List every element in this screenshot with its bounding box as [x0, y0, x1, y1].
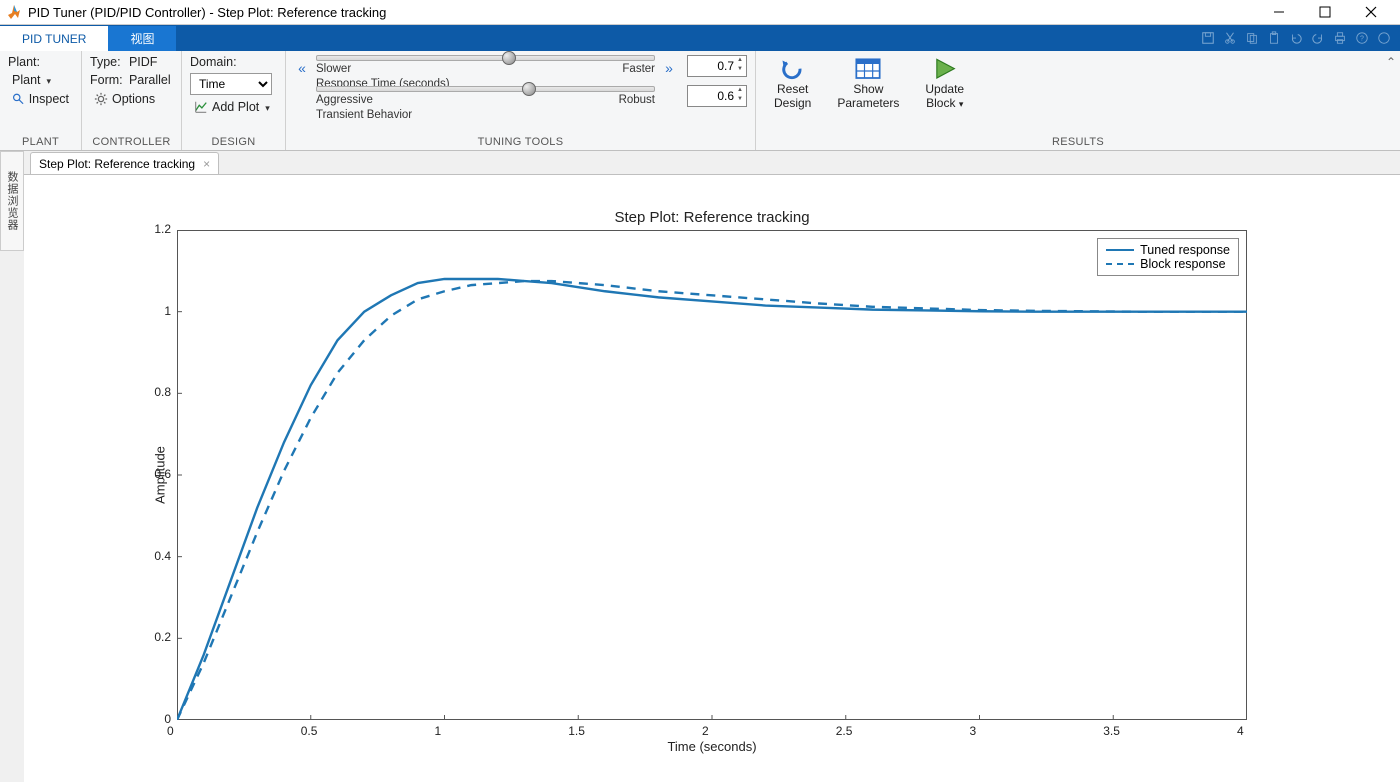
controller-group-label: CONTROLLER — [90, 134, 173, 148]
ribbon-tabstrip: PID TUNER 视图 ? — [0, 25, 1400, 51]
print-icon[interactable] — [1330, 28, 1350, 48]
help-icon[interactable]: ? — [1352, 28, 1372, 48]
type-value: PIDF — [129, 55, 173, 69]
legend-tuned: Tuned response — [1140, 243, 1230, 257]
doc-tab-step-plot[interactable]: Step Plot: Reference tracking × — [30, 152, 219, 174]
plant-group-label: PLANT — [8, 134, 73, 148]
plant-label: Plant: — [8, 55, 73, 69]
inspect-button[interactable]: Inspect — [8, 91, 73, 107]
close-button[interactable] — [1348, 0, 1394, 25]
more-icon[interactable] — [1374, 28, 1394, 48]
ribbon-group-design: Domain: Time Add Plot DESIGN — [182, 51, 286, 150]
slower-arrow-icon[interactable]: « — [294, 61, 310, 75]
update-block-button[interactable]: UpdateBlock ▾ — [915, 55, 974, 113]
collapse-ribbon-icon[interactable]: ⌃ — [1386, 55, 1396, 69]
redo-icon[interactable] — [1308, 28, 1328, 48]
ribbon-group-results: ResetDesign ShowParameters UpdateBlock ▾… — [756, 51, 1400, 150]
domain-select[interactable]: Time — [190, 73, 272, 95]
undo-icon[interactable] — [1286, 28, 1306, 48]
table-icon — [854, 57, 882, 81]
gear-icon — [94, 92, 108, 106]
form-value: Parallel — [129, 73, 173, 87]
magnifier-icon — [12, 92, 25, 106]
maximize-button[interactable] — [1302, 0, 1348, 25]
close-doc-tab-icon[interactable]: × — [203, 157, 210, 171]
results-group-label: RESULTS — [764, 134, 1392, 148]
legend-block: Block response — [1140, 257, 1225, 271]
ribbon-group-controller: Type: PIDF Form: Parallel Options CONTRO… — [82, 51, 182, 150]
form-label: Form: — [90, 73, 125, 87]
cut-icon[interactable] — [1220, 28, 1240, 48]
step-response-chart: Amplitude Time (seconds) Tuned response … — [177, 230, 1247, 720]
plant-dropdown[interactable]: Plant — [8, 72, 73, 88]
save-icon[interactable] — [1198, 28, 1218, 48]
robust-label: Robust — [619, 94, 655, 106]
chart-legend: Tuned response Block response — [1097, 238, 1239, 276]
add-plot-button[interactable]: Add Plot — [190, 99, 277, 115]
response-time-input[interactable]: 0.7▲▼ — [687, 55, 747, 77]
ribbon-group-plant: Plant: Plant Inspect PLANT — [0, 51, 82, 150]
tab-view[interactable]: 视图 — [108, 25, 176, 51]
ribbon-group-tuning: « SlowerFaster Response Time (seconds) A… — [286, 51, 756, 150]
ribbon: Plant: Plant Inspect PLANT Type: PIDF Fo… — [0, 51, 1400, 151]
plot-area: Step Plot: Reference tracking Amplitude … — [24, 175, 1400, 782]
window-title: PID Tuner (PID/PID Controller) - Step Pl… — [28, 5, 1256, 20]
transient-label: Transient Behavior — [316, 109, 412, 121]
matlab-logo-icon — [6, 4, 22, 20]
type-label: Type: — [90, 55, 125, 69]
transient-behavior-input[interactable]: 0.6▲▼ — [687, 85, 747, 107]
domain-label: Domain: — [190, 55, 277, 69]
window-titlebar: PID Tuner (PID/PID Controller) - Step Pl… — [0, 0, 1400, 25]
show-parameters-button[interactable]: ShowParameters — [827, 55, 909, 113]
chart-icon — [194, 100, 208, 114]
faster-label: Faster — [622, 63, 655, 75]
document-tabs: Step Plot: Reference tracking × — [0, 151, 1400, 175]
slower-label: Slower — [316, 63, 351, 75]
quick-access-toolbar: ? — [1198, 25, 1400, 51]
options-button[interactable]: Options — [90, 91, 173, 107]
undo-arrow-icon — [779, 57, 807, 81]
paste-icon[interactable] — [1264, 28, 1284, 48]
svg-text:?: ? — [1360, 36, 1364, 43]
reset-design-button[interactable]: ResetDesign — [764, 55, 821, 113]
play-icon — [931, 57, 959, 81]
copy-icon[interactable] — [1242, 28, 1262, 48]
faster-arrow-icon[interactable]: » — [661, 61, 677, 75]
aggressive-label: Aggressive — [316, 94, 373, 106]
tuning-group-label: TUNING TOOLS — [294, 134, 747, 148]
design-group-label: DESIGN — [190, 134, 277, 148]
chart-title: Step Plot: Reference tracking — [24, 175, 1400, 230]
data-browser-panel-tab[interactable]: 数据浏览器 — [0, 151, 24, 251]
x-axis-label: Time (seconds) — [667, 739, 756, 754]
minimize-button[interactable] — [1256, 0, 1302, 25]
tab-pid-tuner[interactable]: PID TUNER — [0, 25, 108, 51]
